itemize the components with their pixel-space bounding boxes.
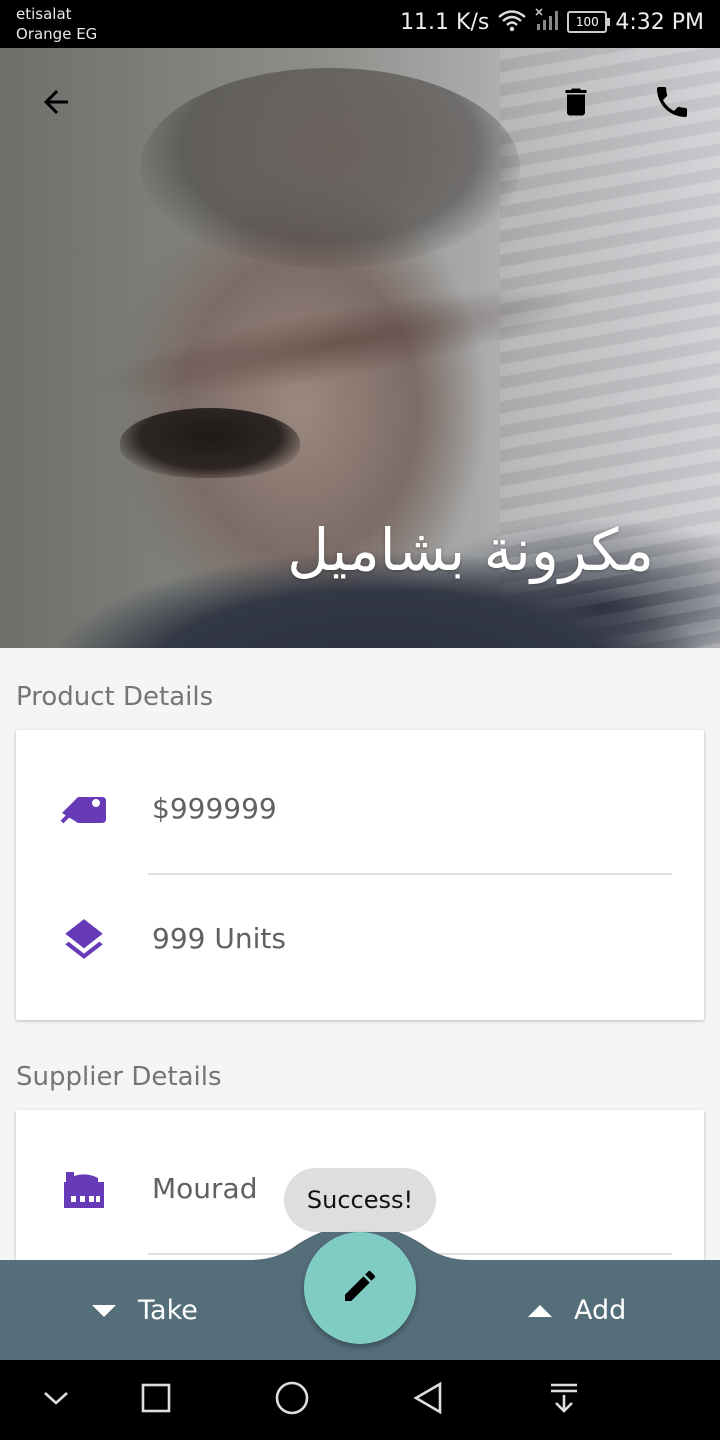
carrier-line1: etisalat	[16, 5, 72, 23]
triangle-back-icon	[412, 1381, 444, 1419]
add-button[interactable]: Add	[526, 1288, 626, 1332]
factory-icon	[58, 1164, 110, 1216]
chevron-down-icon	[41, 1388, 71, 1412]
add-label: Add	[574, 1294, 627, 1326]
nav-recents-button[interactable]	[132, 1376, 180, 1424]
arrow-back-icon	[38, 84, 74, 124]
product-details-card: $999999 999 Units	[16, 730, 704, 1020]
carrier-line2: Orange EG	[16, 25, 98, 43]
take-button[interactable]: Take	[90, 1288, 198, 1332]
system-navigation-bar	[0, 1360, 720, 1440]
caret-up-icon	[526, 1295, 554, 1326]
nav-home-button[interactable]	[268, 1376, 316, 1424]
nav-notifications-button[interactable]	[540, 1376, 588, 1424]
status-bar: etisalat Orange EG 11.1 K/s 100 4:32 PM	[0, 0, 720, 48]
row-divider	[148, 873, 672, 875]
nav-collapse-button[interactable]	[32, 1376, 80, 1424]
circle-icon	[274, 1380, 310, 1420]
caret-down-icon	[90, 1295, 118, 1326]
edit-fab-button[interactable]	[304, 1232, 416, 1344]
header-photo-head	[140, 68, 520, 268]
clock: 4:32 PM	[615, 9, 704, 35]
supplier-name: Mourad	[152, 1172, 258, 1205]
status-icons: 11.1 K/s 100 4:32 PM	[400, 8, 704, 36]
network-speed: 11.1 K/s	[400, 9, 490, 35]
signal-icon	[535, 8, 559, 36]
battery-indicator: 100	[567, 11, 611, 33]
pencil-icon	[340, 1266, 380, 1310]
pull-down-icon	[548, 1381, 580, 1419]
supplier-details-heading: Supplier Details	[16, 1062, 222, 1092]
layers-icon	[58, 914, 110, 966]
nav-back-button[interactable]	[404, 1376, 452, 1424]
square-icon	[140, 1382, 172, 1418]
back-button[interactable]	[30, 78, 82, 130]
quantity-value: 999 Units	[152, 922, 286, 955]
delete-button[interactable]	[550, 78, 602, 130]
carrier-info: etisalat Orange EG	[16, 4, 97, 44]
success-toast: Success!	[284, 1168, 436, 1232]
price-value: $999999	[152, 792, 277, 825]
phone-icon	[652, 82, 692, 126]
product-header-image: مكرونة بشاميل	[0, 48, 720, 648]
call-supplier-button[interactable]	[646, 78, 698, 130]
product-details-heading: Product Details	[16, 682, 214, 712]
delete-icon	[558, 82, 594, 126]
product-name: مكرونة بشاميل	[287, 516, 654, 584]
header-photo-mustache	[120, 408, 300, 478]
wifi-icon	[497, 8, 527, 36]
price-tag-icon	[58, 784, 110, 836]
take-label: Take	[138, 1294, 198, 1326]
